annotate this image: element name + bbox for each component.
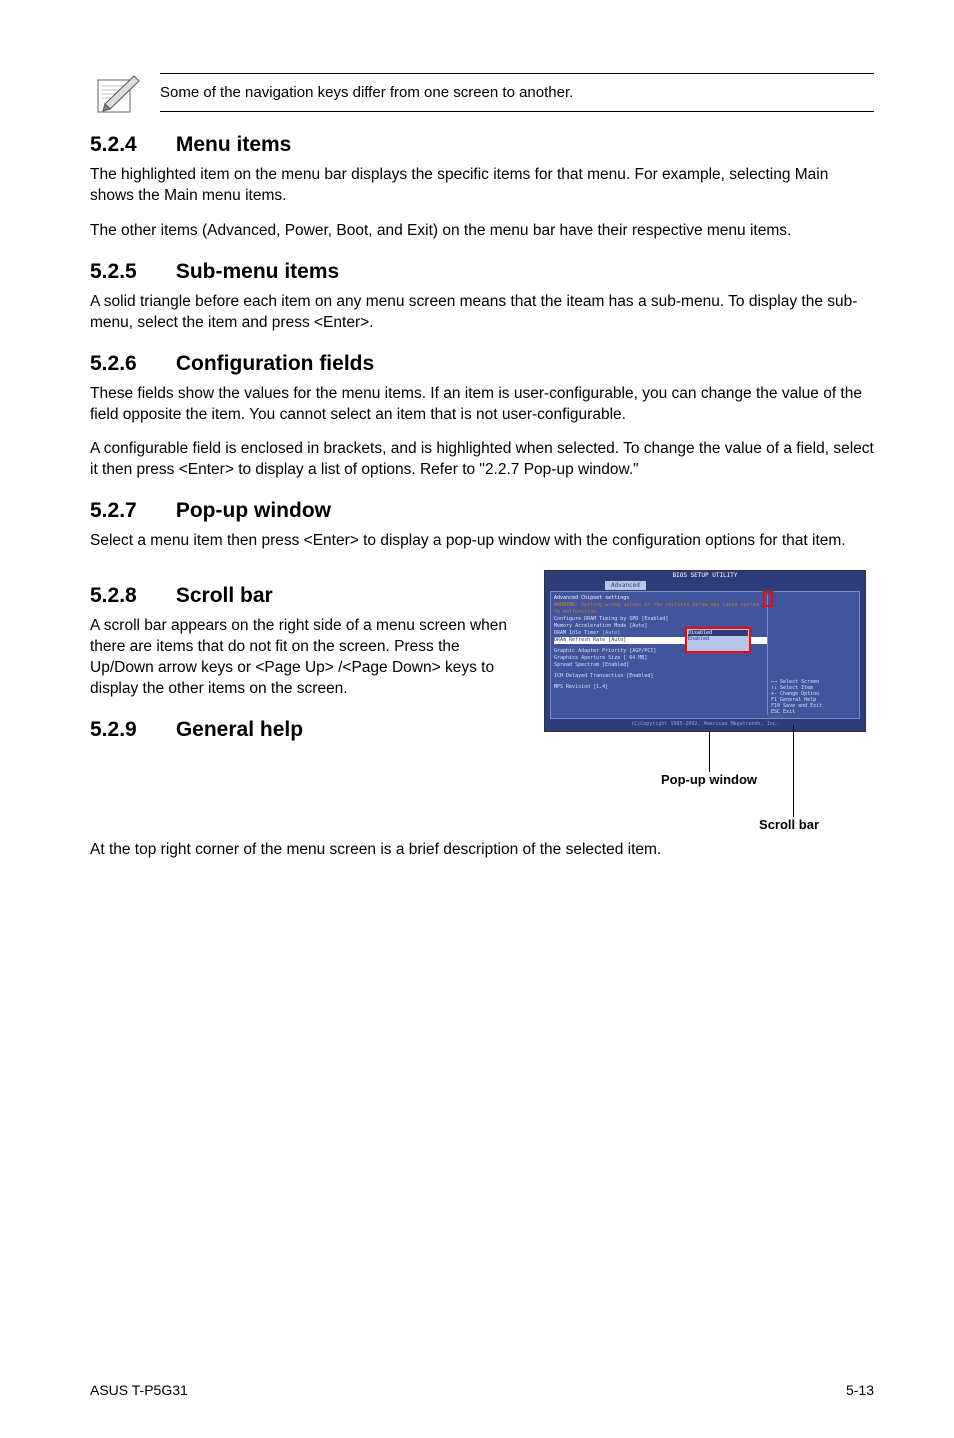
- heading-num: 5.2.4: [90, 133, 170, 157]
- bios-row-label: ICH Delayed Transaction: [554, 673, 623, 679]
- heading-528: 5.2.8 Scroll bar: [90, 584, 534, 608]
- popup-option: Enabled: [688, 636, 748, 642]
- bios-row-value: [Enabled]: [626, 673, 653, 679]
- bios-row: Configure DRAM Timing by SPD [Enabled]: [554, 616, 767, 623]
- page-footer: ASUS T-P5G31 5-13: [90, 1382, 874, 1398]
- bios-row-value: [Auto]: [602, 630, 620, 636]
- heading-title: General help: [176, 718, 303, 741]
- bios-row-label: Spread Spectrum: [554, 662, 599, 668]
- para-529-1: At the top right corner of the menu scre…: [90, 840, 874, 861]
- bios-scrollbar-highlight: [763, 591, 773, 607]
- bios-row-label: Graphics Aperture Size: [554, 655, 620, 661]
- bios-row-value: [ 64 MB]: [623, 655, 647, 661]
- bios-heading: Advanced Chipset settings: [554, 595, 767, 602]
- bios-body: Advanced Chipset settings WARNING: Setti…: [550, 591, 860, 719]
- para-524-1: The highlighted item on the menu bar dis…: [90, 165, 874, 207]
- footer-right: 5-13: [846, 1382, 874, 1398]
- heading-527: 5.2.7 Pop-up window: [90, 499, 874, 523]
- bios-title: BIOS SETUP UTILITY: [545, 571, 865, 582]
- para-528-1: A scroll bar appears on the right side o…: [90, 616, 534, 658]
- bios-row-value: [Auto]: [608, 637, 626, 643]
- bios-row-label: DRAm Refresh Rate: [554, 637, 605, 643]
- bios-row-label: Graphic Adapter Priority: [554, 648, 626, 654]
- callout-line: [793, 725, 794, 817]
- note-block: Some of the navigation keys differ from …: [90, 70, 874, 115]
- bios-row-label: Memory Acceleration Mode: [554, 623, 626, 629]
- bios-help-row: ESC Exit: [771, 709, 856, 715]
- heading-title: Configuration fields: [176, 352, 374, 375]
- bios-row: Spread Spectrum [Enabled]: [554, 662, 767, 669]
- heading-num: 5.2.6: [90, 352, 170, 376]
- bios-screenshot: BIOS SETUP UTILITY Advanced Advanced Chi…: [544, 570, 866, 732]
- heading-title: Scroll bar: [176, 584, 273, 607]
- bios-warning: WARNING: Setting wrong values in the sec…: [554, 602, 767, 616]
- bios-copyright: (C)Copyright 1985-2002, American Megatre…: [545, 720, 865, 731]
- bios-help-pane: ←→ Select Screen ↑↓ Select Item +- Chang…: [767, 595, 856, 715]
- heading-title: Menu items: [176, 133, 292, 156]
- bios-row-label: MPS Revision: [554, 684, 590, 690]
- bios-row: ICH Delayed Transaction [Enabled]: [554, 673, 767, 680]
- heading-529: 5.2.9 General help: [90, 718, 534, 742]
- bios-help-key: ESC: [771, 709, 780, 715]
- bios-help-label: Exit: [783, 709, 795, 715]
- callout-popup-window: Pop-up window: [544, 772, 874, 787]
- bios-row-value: [AGP/PCI]: [629, 648, 656, 654]
- bios-row-label: DRAM Idle Timer: [554, 630, 599, 636]
- heading-524: 5.2.4 Menu items: [90, 133, 874, 157]
- note-text-content: Some of the navigation keys differ from …: [160, 84, 573, 101]
- bios-left-pane: Advanced Chipset settings WARNING: Setti…: [554, 595, 767, 715]
- para-526-1: These fields show the values for the men…: [90, 384, 874, 426]
- bios-row-value: [Enabled]: [641, 616, 668, 622]
- bios-popup-box: Disabled Enabled: [685, 627, 751, 653]
- para-527-1: Select a menu item then press <Enter> to…: [90, 531, 874, 552]
- bios-row: Graphics Aperture Size [ 64 MB]: [554, 655, 767, 662]
- heading-526: 5.2.6 Configuration fields: [90, 352, 874, 376]
- heading-title: Sub-menu items: [176, 260, 339, 283]
- para-526-2: A configurable field is enclosed in brac…: [90, 439, 874, 481]
- para-525-1: A solid triangle before each item on any…: [90, 292, 874, 334]
- bios-row-value: [Auto]: [629, 623, 647, 629]
- callout-text: Pop-up window: [661, 772, 757, 787]
- heading-525: 5.2.5 Sub-menu items: [90, 260, 874, 284]
- heading-num: 5.2.8: [90, 584, 170, 608]
- callout-text: Scroll bar: [759, 817, 819, 832]
- footer-left: ASUS T-P5G31: [90, 1382, 188, 1398]
- note-text: Some of the navigation keys differ from …: [160, 73, 874, 112]
- para-528-2: Up/Down arrow keys or <Page Up> /<Page D…: [90, 658, 534, 700]
- bios-tab: Advanced: [605, 581, 646, 590]
- callout-line: [709, 732, 710, 772]
- pencil-paper-icon: [90, 70, 145, 115]
- bios-row-value: [Enabled]: [602, 662, 629, 668]
- heading-num: 5.2.7: [90, 499, 170, 523]
- heading-num: 5.2.9: [90, 718, 170, 742]
- bios-row-value: [1.4]: [593, 684, 608, 690]
- heading-num: 5.2.5: [90, 260, 170, 284]
- callout-scroll-bar: Scroll bar: [544, 817, 874, 832]
- heading-title: Pop-up window: [176, 499, 331, 522]
- bios-row: MPS Revision [1.4]: [554, 684, 767, 691]
- para-524-2: The other items (Advanced, Power, Boot, …: [90, 221, 874, 242]
- bios-row-label: Configure DRAM Timing by SPD: [554, 616, 638, 622]
